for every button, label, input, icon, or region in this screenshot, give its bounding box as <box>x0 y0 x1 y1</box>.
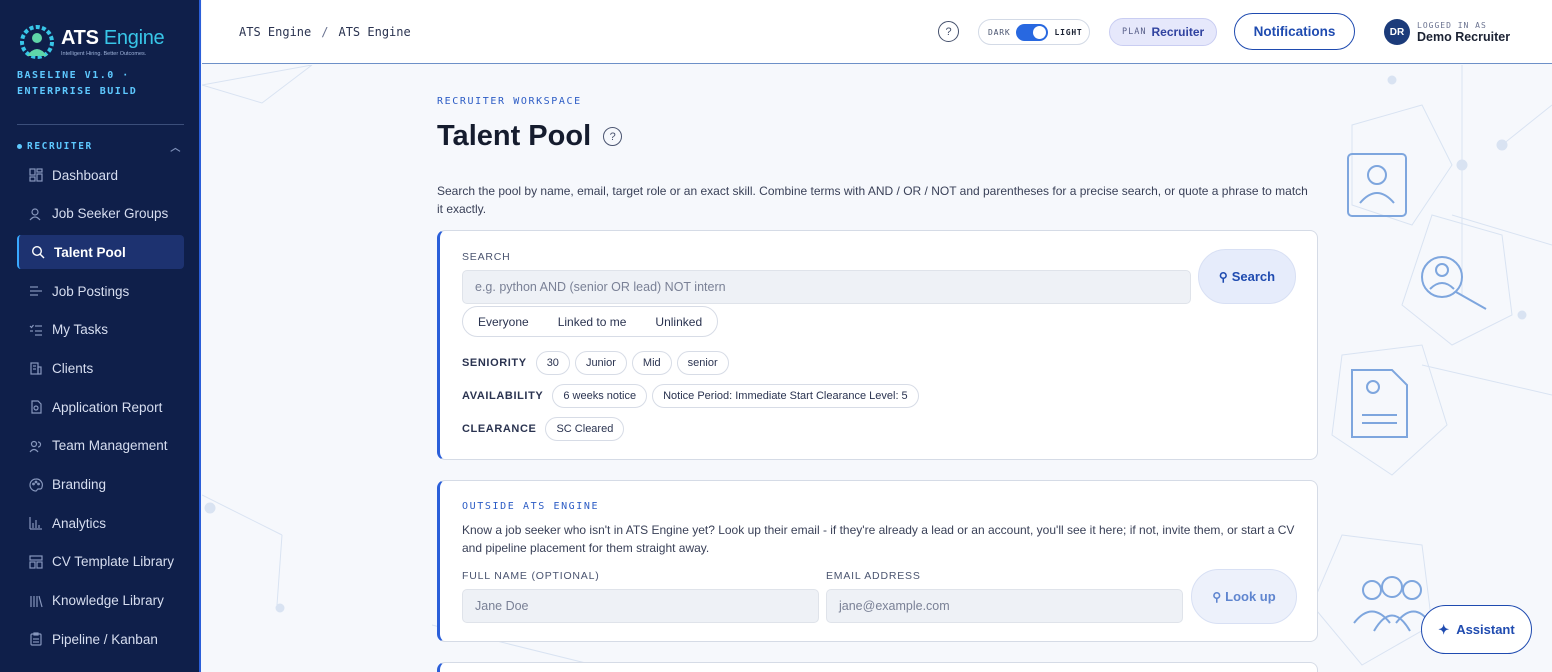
dashboard-icon <box>29 168 43 182</box>
search-label: SEARCH <box>462 251 511 263</box>
sidebar-item-label: Team Management <box>52 438 168 454</box>
build-label: BASELINE V1.0 · ENTERPRISE BUILD <box>17 70 138 97</box>
palette-icon <box>29 477 43 492</box>
help-icon[interactable]: ? <box>938 21 959 42</box>
sidebar-item-team-management[interactable]: Team Management <box>17 429 184 463</box>
seniority-filter: SENIORITY 30 Junior Mid senior <box>462 351 734 375</box>
sidebar-item-application-report[interactable]: Application Report <box>17 390 184 424</box>
sidebar-item-job-postings[interactable]: Job Postings <box>17 274 184 308</box>
sidebar-item-label: Job Seeker Groups <box>52 206 169 222</box>
theme-toggle[interactable]: DARK LIGHT <box>978 19 1090 45</box>
page-intro: Search the pool by name, email, target r… <box>437 184 1308 216</box>
search-button[interactable]: ⚲ Search <box>1198 249 1296 304</box>
outside-ats-card: OUTSIDE ATS ENGINE Know a job seeker who… <box>437 480 1318 642</box>
sidebar-divider <box>17 124 184 125</box>
section-dot <box>17 144 22 149</box>
sidebar-item-label: My Tasks <box>52 322 109 338</box>
sidebar-item-analytics[interactable]: Analytics <box>17 506 184 540</box>
sidebar-item-label: CV Template Library <box>52 554 175 570</box>
sidebar-item-my-tasks[interactable]: My Tasks <box>17 313 184 347</box>
users-icon <box>29 207 43 221</box>
filter-chip[interactable]: SC Cleared <box>545 417 625 441</box>
sidebar-item-knowledge-library[interactable]: Knowledge Library <box>17 584 184 618</box>
sidebar-item-label: Analytics <box>52 515 107 531</box>
team-icon <box>29 439 43 453</box>
breadcrumb-item-current: ATS Engine <box>338 25 411 39</box>
outside-eyebrow: OUTSIDE ATS ENGINE <box>462 501 600 512</box>
look-up-button[interactable]: ⚲ Look up <box>1191 569 1297 624</box>
sidebar-item-label: Dashboard <box>52 167 119 183</box>
filter-chip[interactable]: 30 <box>535 351 570 375</box>
sidebar-item-label: Job Postings <box>52 283 130 299</box>
page-title: Talent Pool ? <box>437 120 623 153</box>
email-input[interactable]: jane@example.com <box>826 589 1183 623</box>
search-input[interactable]: e.g. python AND (senior OR lead) NOT int… <box>462 270 1191 304</box>
scope-segmented-control: Everyone Linked to me Unlinked <box>462 306 719 337</box>
sidebar-item-branding[interactable]: Branding <box>17 468 184 502</box>
report-icon <box>29 400 43 414</box>
sidebar-item-label: Branding <box>52 477 107 492</box>
sidebar-nav: Dashboard Job Seeker Groups Talent Pool Job… <box>17 158 184 661</box>
page-eyebrow: RECRUITER WORKSPACE <box>437 96 582 107</box>
filter-chip[interactable]: senior <box>676 351 729 375</box>
breadcrumb: ATS Engine / ATS Engine <box>239 25 411 39</box>
sidebar-item-label: Pipeline / Kanban <box>52 631 158 647</box>
list-icon <box>29 284 43 298</box>
availability-filter: AVAILABILITY 6 weeks notice Notice Perio… <box>462 384 924 408</box>
scope-unlinked[interactable]: Unlinked <box>655 315 702 329</box>
sidebar-item-label: Talent Pool <box>54 244 126 260</box>
sidebar-item-label: Clients <box>52 360 94 376</box>
assistant-button[interactable]: ✦ Assistant <box>1421 605 1532 654</box>
sidebar-item-label: Knowledge Library <box>52 593 164 609</box>
brand-logo[interactable]: ATS Engine Intelligent Hiring. Better Ou… <box>17 22 165 62</box>
notifications-button[interactable]: Notifications <box>1234 13 1355 50</box>
avatar: DR <box>1384 19 1410 45</box>
outside-description: Know a job seeker who isn't in ATS Engin… <box>462 523 1295 555</box>
plan-badge[interactable]: PLAN Recruiter <box>1109 18 1218 46</box>
sidebar-item-talent-pool[interactable]: Talent Pool <box>17 235 184 270</box>
sidebar: ATS Engine Intelligent Hiring. Better Ou… <box>0 0 201 672</box>
sidebar-section-recruiter[interactable]: RECRUITER ︿ <box>17 139 184 154</box>
filter-chip[interactable]: 6 weeks notice <box>552 384 648 408</box>
filter-chip[interactable]: Mid <box>631 351 672 375</box>
search-icon: ⚲ <box>1218 269 1228 284</box>
sidebar-item-clients[interactable]: Clients <box>17 351 184 385</box>
sidebar-item-pipeline-kanban[interactable]: Pipeline / Kanban <box>17 622 184 656</box>
top-header: ATS Engine / ATS Engine ? DARK LIGHT PLAN … <box>202 0 1552 64</box>
full-name-input[interactable]: Jane Doe <box>462 589 819 623</box>
search-icon <box>31 245 45 259</box>
toggle-switch[interactable] <box>1016 23 1049 41</box>
user-menu[interactable]: DR LOGGED IN AS Demo Recruiter <box>1384 19 1510 45</box>
brand-tagline: Intelligent Hiring. Better Outcomes. <box>61 51 147 57</box>
help-icon[interactable]: ? <box>603 127 623 146</box>
sidebar-item-dashboard[interactable]: Dashboard <box>17 158 184 192</box>
email-label: EMAIL ADDRESS <box>826 570 921 582</box>
clearance-filter: CLEARANCE SC Cleared <box>462 417 629 441</box>
clipboard-icon <box>29 632 43 646</box>
scope-linked-to-me[interactable]: Linked to me <box>558 315 627 329</box>
gear-person-logo-icon <box>20 25 54 59</box>
search-card: SEARCH e.g. python AND (senior OR lead) … <box>437 230 1318 460</box>
library-icon <box>29 594 43 608</box>
breadcrumb-item[interactable]: ATS Engine <box>239 25 311 39</box>
user-name: Demo Recruiter <box>1417 29 1511 44</box>
chevron-up-icon: ︿ <box>170 143 182 154</box>
building-icon <box>29 361 43 376</box>
bar-chart-icon <box>29 516 43 530</box>
scope-everyone[interactable]: Everyone <box>478 315 529 329</box>
sidebar-item-label: Application Report <box>52 399 163 415</box>
filter-chip[interactable]: Junior <box>574 351 627 375</box>
brand-name: ATS Engine <box>61 27 165 49</box>
sidebar-item-cv-template-library[interactable]: CV Template Library <box>17 545 184 579</box>
next-card <box>437 662 1318 672</box>
full-name-label: FULL NAME (OPTIONAL) <box>462 570 600 582</box>
search-icon: ⚲ <box>1212 589 1222 604</box>
template-icon <box>29 555 43 569</box>
filter-chip[interactable]: Notice Period: Immediate Start Clearance… <box>652 384 919 408</box>
sparkle-icon: ✦ <box>1438 621 1450 637</box>
sidebar-item-job-seeker-groups[interactable]: Job Seeker Groups <box>17 197 184 231</box>
tasks-icon <box>29 323 43 337</box>
